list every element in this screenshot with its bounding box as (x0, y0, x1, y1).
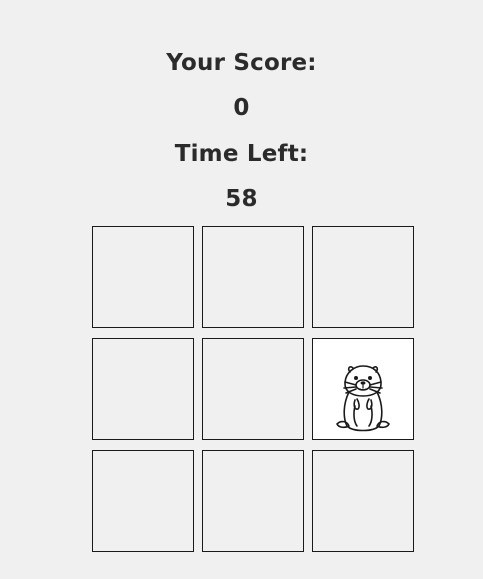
hole-r1-c1[interactable] (92, 226, 194, 328)
hole-r3-c2[interactable] (202, 450, 304, 552)
hole-r2-c3[interactable] (312, 338, 414, 440)
hole-r3-c3[interactable] (312, 450, 414, 552)
hole-r2-c1[interactable] (92, 338, 194, 440)
hole-r3-c1[interactable] (92, 450, 194, 552)
hole-r2-c2[interactable] (202, 338, 304, 440)
score-value: 0 (233, 95, 250, 121)
hole-r1-c3[interactable] (312, 226, 414, 328)
score-label: Your Score: (166, 50, 317, 76)
game-board (92, 226, 414, 552)
time-left-value: 58 (225, 186, 258, 212)
hole-r1-c2[interactable] (202, 226, 304, 328)
time-left-label: Time Left: (174, 141, 309, 167)
groundhog-icon[interactable] (323, 354, 403, 436)
